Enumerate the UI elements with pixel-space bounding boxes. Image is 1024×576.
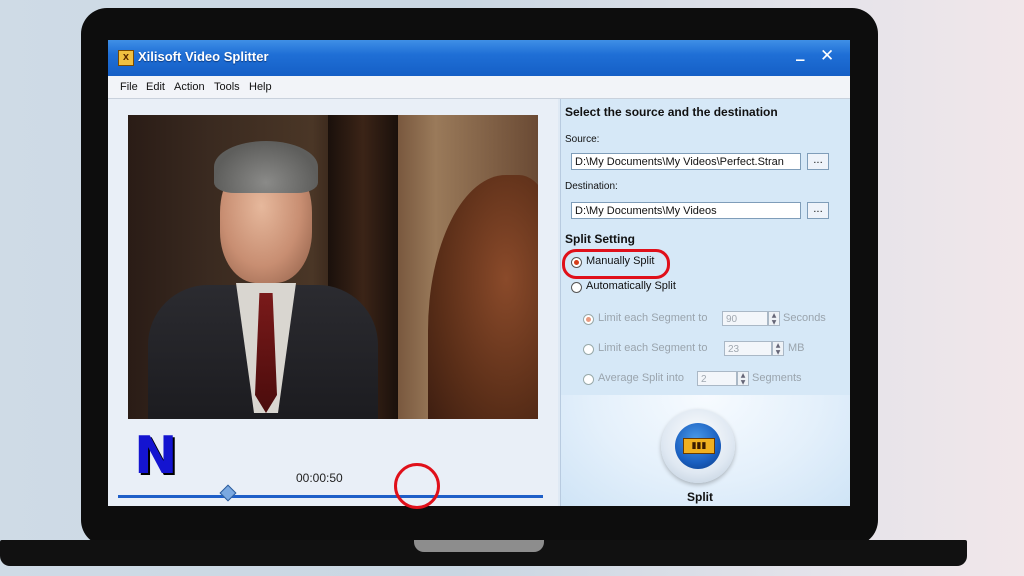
- film-icon: ▮▮▮: [683, 438, 715, 454]
- menu-help[interactable]: Help: [249, 81, 272, 93]
- seek-thumb[interactable]: [219, 484, 237, 502]
- source-path-field[interactable]: D:\My Documents\My Videos\Perfect.Stran: [571, 153, 801, 170]
- destination-path-field[interactable]: D:\My Documents\My Videos: [571, 202, 801, 219]
- app-window: X Xilisoft Video Splitter _ ✕ File Edit …: [108, 40, 850, 506]
- seek-bar[interactable]: [118, 495, 543, 498]
- video-figure-hair: [214, 141, 318, 193]
- seconds-stepper[interactable]: ▲ ▼: [768, 311, 780, 326]
- split-setting-heading: Split Setting: [565, 232, 635, 246]
- seconds-unit: Seconds: [783, 312, 826, 324]
- source-dest-heading: Select the source and the destination: [565, 105, 778, 119]
- average-split-label: Average Split into: [598, 372, 685, 384]
- split-area: ▮▮▮ Split: [561, 395, 850, 506]
- destination-browse-button[interactable]: ...: [807, 202, 829, 219]
- app-icon: X: [118, 50, 134, 66]
- limit-mb-label: Limit each Segment to: [598, 342, 708, 354]
- menu-action[interactable]: Action: [174, 81, 205, 93]
- auto-split-label[interactable]: Automatically Split: [586, 280, 676, 292]
- highlight-manual-split: [562, 249, 670, 279]
- segments-unit: Segments: [752, 372, 802, 384]
- title-bar: X Xilisoft Video Splitter _ ✕: [108, 40, 850, 76]
- average-split-radio[interactable]: [583, 374, 594, 385]
- menu-bar: File Edit Action Tools Help: [108, 76, 850, 99]
- mb-unit: MB: [788, 342, 805, 354]
- auto-split-radio[interactable]: [571, 282, 582, 293]
- laptop-notch: [414, 540, 544, 552]
- split-button-label[interactable]: Split: [687, 490, 713, 504]
- minimize-button[interactable]: _: [796, 42, 805, 62]
- menu-file[interactable]: File: [120, 81, 138, 93]
- menu-tools[interactable]: Tools: [214, 81, 240, 93]
- highlight-split-point-button: [394, 463, 440, 509]
- mb-input[interactable]: 23: [724, 341, 772, 356]
- seconds-input[interactable]: 90: [722, 311, 768, 326]
- menu-edit[interactable]: Edit: [146, 81, 165, 93]
- limit-mb-radio[interactable]: [583, 344, 594, 355]
- limit-seconds-radio[interactable]: [583, 314, 594, 325]
- segments-stepper[interactable]: ▲ ▼: [737, 371, 749, 386]
- source-browse-button[interactable]: ...: [807, 153, 829, 170]
- close-button[interactable]: ✕: [820, 46, 834, 66]
- playback-time: 00:00:50: [296, 471, 343, 485]
- segments-input[interactable]: 2: [697, 371, 737, 386]
- settings-pane: Select the source and the destination So…: [560, 99, 850, 506]
- limit-seconds-label: Limit each Segment to: [598, 312, 708, 324]
- destination-label: Destination:: [565, 181, 618, 192]
- window-title: Xilisoft Video Splitter: [138, 49, 269, 64]
- video-preview[interactable]: [128, 115, 538, 419]
- mb-stepper[interactable]: ▲ ▼: [772, 341, 784, 356]
- video-figure-woman: [428, 175, 538, 419]
- channel-logo: N: [134, 426, 178, 486]
- source-label: Source:: [565, 134, 600, 145]
